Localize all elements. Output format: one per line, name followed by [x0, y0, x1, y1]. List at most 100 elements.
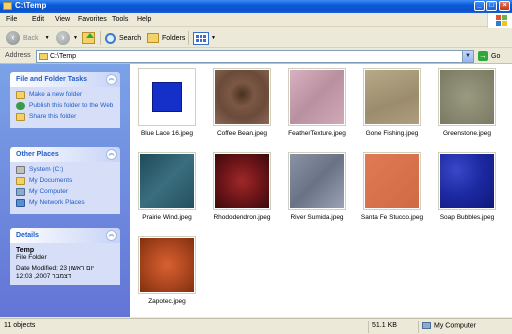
collapse-icon[interactable]: ︽: [106, 230, 117, 241]
thumbnail: [140, 238, 194, 292]
collapse-icon[interactable]: ︽: [106, 149, 117, 160]
chevron-down-icon: ▼: [73, 35, 78, 41]
detail-modified-line1: Date Modified: 23 יום ראשון: [16, 265, 94, 272]
object-count: 11 objects: [4, 322, 36, 329]
folders-button[interactable]: Folders: [147, 30, 185, 46]
menu-edit[interactable]: Edit: [32, 16, 44, 23]
status-bar: 11 objects 51.1 KB My Computer: [0, 318, 512, 334]
toolbar: ‹ Back ▼ › ▼ Search Folders ▼: [0, 28, 512, 48]
thumbnail: [365, 154, 419, 208]
panel-title: Details: [16, 232, 39, 239]
detail-modified-line2: דצמבר 2007, 12:03: [16, 273, 72, 280]
file-name: Coffee Bean.jpeg: [216, 130, 268, 137]
detail-name: Temp: [16, 247, 35, 254]
address-dropdown[interactable]: ▼: [462, 51, 473, 62]
place-my-network[interactable]: My Network Places: [16, 199, 114, 207]
file-item[interactable]: Zapotec.jpeg: [130, 232, 204, 318]
menu-bar: File Edit View Favorites Tools Help: [0, 13, 512, 27]
address-path: C:\Temp: [50, 53, 77, 60]
place-my-computer[interactable]: My Computer: [16, 188, 114, 196]
thumbnail: [290, 154, 344, 208]
minimize-button[interactable]: _: [474, 1, 485, 11]
file-item[interactable]: Soap Bubbles.jpeg: [430, 148, 504, 234]
go-arrow-icon: →: [478, 51, 488, 61]
documents-icon: [16, 177, 25, 185]
back-button[interactable]: ‹ Back ▼: [6, 30, 50, 46]
menu-favorites[interactable]: Favorites: [78, 16, 107, 23]
file-name: Prairie Wind.jpeg: [142, 214, 192, 221]
file-item[interactable]: Blue Lace 16.jpeg: [130, 64, 204, 150]
blue-lace-image: [152, 82, 182, 112]
file-item[interactable]: Prairie Wind.jpeg: [130, 148, 204, 234]
status-location: My Computer: [422, 322, 476, 329]
globe-icon: [16, 102, 25, 110]
status-separator: [418, 321, 419, 333]
task-publish-web[interactable]: Publish this folder to the Web: [16, 102, 114, 110]
status-separator: [368, 321, 369, 333]
menu-tools[interactable]: Tools: [112, 16, 128, 23]
address-bar: Address C:\Temp ▼ → Go: [0, 49, 512, 64]
panel-header[interactable]: File and Folder Tasks ︽: [10, 72, 120, 87]
forward-button[interactable]: › ▼: [56, 30, 78, 46]
file-item[interactable]: Coffee Bean.jpeg: [205, 64, 279, 150]
file-view: Blue Lace 16.jpeg Coffee Bean.jpeg Feath…: [130, 64, 512, 317]
file-name: Gone Fishing.jpeg: [365, 130, 419, 137]
file-name: Greenstone.jpeg: [442, 130, 492, 137]
file-item[interactable]: FeatherTexture.jpeg: [280, 64, 354, 150]
file-item[interactable]: River Sumida.jpeg: [280, 148, 354, 234]
maximize-button[interactable]: □: [486, 1, 497, 11]
address-input[interactable]: C:\Temp ▼: [36, 50, 474, 63]
folders-icon: [147, 33, 159, 43]
total-size: 51.1 KB: [372, 322, 397, 329]
task-pane: File and Folder Tasks ︽ Make a new folde…: [0, 64, 130, 317]
chevron-down-icon: ▼: [44, 35, 50, 41]
search-button[interactable]: Search: [105, 30, 141, 46]
up-folder-icon: [82, 32, 95, 44]
thumbnail: [365, 70, 419, 124]
chevron-down-icon: ▼: [211, 35, 216, 41]
place-my-documents[interactable]: My Documents: [16, 177, 114, 185]
file-name: Soap Bubbles.jpeg: [439, 214, 495, 221]
new-folder-icon: [16, 91, 25, 99]
task-make-new-folder[interactable]: Make a new folder: [16, 91, 114, 99]
toolbar-separator: [100, 31, 101, 45]
place-system-c[interactable]: System (C:): [16, 166, 114, 174]
panel-header[interactable]: Other Places ︽: [10, 147, 120, 162]
thumbnail: [440, 70, 494, 124]
thumbnail: [290, 70, 344, 124]
file-item[interactable]: Gone Fishing.jpeg: [355, 64, 429, 150]
menu-view[interactable]: View: [55, 16, 70, 23]
views-button[interactable]: ▼: [193, 30, 216, 46]
file-name: River Sumida.jpeg: [290, 214, 344, 221]
address-label: Address: [5, 52, 31, 59]
network-icon: [16, 199, 25, 207]
go-button[interactable]: → Go: [478, 51, 500, 61]
file-item[interactable]: Santa Fe Stucco.jpeg: [355, 148, 429, 234]
file-name: Zapotec.jpeg: [148, 298, 186, 305]
detail-type: File Folder: [16, 254, 47, 261]
forward-arrow-icon: ›: [56, 31, 70, 45]
toolbar-separator: [188, 31, 189, 45]
file-item[interactable]: Rhododendron.jpeg: [205, 148, 279, 234]
menu-file[interactable]: File: [6, 16, 17, 23]
task-share-folder[interactable]: Share this folder: [16, 113, 114, 121]
windows-logo: [487, 13, 512, 28]
share-icon: [16, 113, 25, 121]
panel-header[interactable]: Details ︽: [10, 228, 120, 243]
other-places-panel: Other Places ︽ System (C:) My Documents …: [10, 147, 120, 214]
computer-icon: [422, 322, 431, 329]
collapse-icon[interactable]: ︽: [106, 74, 117, 85]
panel-title: Other Places: [16, 151, 59, 158]
file-item[interactable]: Greenstone.jpeg: [430, 64, 504, 150]
file-name: Rhododendron.jpeg: [213, 214, 271, 221]
title-bar: C:\Temp _ □ ×: [0, 0, 512, 13]
menu-help[interactable]: Help: [137, 16, 151, 23]
close-button[interactable]: ×: [499, 1, 510, 11]
folder-icon: [39, 53, 48, 60]
panel-title: File and Folder Tasks: [16, 76, 88, 83]
up-folder-button[interactable]: [82, 30, 95, 46]
file-name: Santa Fe Stucco.jpeg: [360, 214, 424, 221]
thumbnail: [140, 70, 194, 124]
drive-icon: [16, 166, 25, 174]
search-icon: [105, 32, 116, 44]
